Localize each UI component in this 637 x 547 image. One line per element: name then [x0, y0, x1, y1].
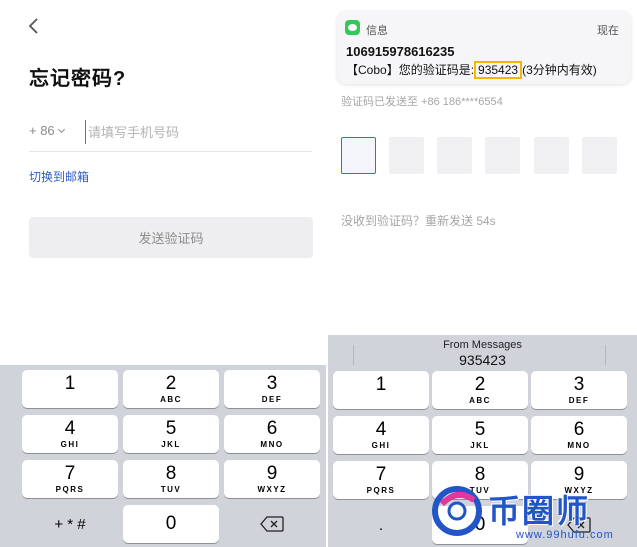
key-digit: 1	[375, 374, 387, 395]
switch-to-email-link[interactable]: 切换到邮箱	[29, 168, 89, 185]
watermark-url: www.99hufu.com	[516, 529, 614, 541]
key-digit: 5	[474, 419, 486, 440]
symbols-key-label: .	[378, 517, 384, 534]
send-code-button[interactable]: 发送验证码	[29, 217, 313, 258]
key-letters: MNO	[567, 441, 591, 450]
key-digit: 4	[375, 419, 387, 440]
key-digit: 7	[375, 464, 387, 485]
key-letters: PQRS	[366, 486, 396, 495]
watermark-logo-icon	[432, 486, 482, 536]
key-4[interactable]: 4 GHI	[333, 416, 429, 454]
notification-time: 现在	[597, 25, 619, 37]
suggested-code[interactable]: 935423	[328, 352, 637, 368]
key-4[interactable]: 4 GHI	[22, 415, 118, 453]
key-digit: 0	[165, 513, 177, 534]
key-2[interactable]: 2 ABC	[432, 371, 528, 409]
watermark: 币圈师 www.99hufu.com	[428, 480, 637, 547]
country-code-label: + 86	[29, 123, 55, 138]
key-digit: 3	[266, 373, 278, 394]
symbols-key[interactable]: .	[333, 506, 429, 544]
chevron-down-icon	[57, 125, 65, 134]
sms-notification-banner[interactable]: 信息 现在 106915978616235 【Cobo】您的验证码是: 93542…	[337, 11, 631, 84]
key-digit: 8	[165, 463, 177, 484]
key-8[interactable]: 8 TUV	[123, 460, 219, 498]
notification-body-suffix: (3分钟内有效)	[522, 63, 597, 77]
key-letters: DEF	[568, 396, 590, 405]
key-1[interactable]: 1	[333, 371, 429, 409]
key-6[interactable]: 6 MNO	[531, 416, 627, 454]
key-letters: DEF	[261, 395, 283, 404]
key-letters: MNO	[260, 440, 284, 449]
key-digit: 5	[165, 418, 177, 439]
notification-body: 【Cobo】您的验证码是: 935423 (3分钟内有效)	[346, 61, 597, 79]
notification-body-prefix: 【Cobo】您的验证码是:	[346, 63, 475, 77]
verification-code-screen: 信息 现在 106915978616235 【Cobo】您的验证码是: 93542…	[328, 0, 637, 547]
symbols-key-label: + * #	[54, 516, 86, 533]
key-letters: ABC	[469, 396, 491, 405]
backspace-icon	[260, 516, 284, 532]
key-letters: GHI	[371, 441, 391, 450]
page-title: 忘记密码?	[29, 68, 127, 90]
key-9[interactable]: 9 WXYZ	[224, 460, 320, 498]
key-digit: 2	[165, 373, 177, 394]
code-digit-box[interactable]	[534, 137, 569, 174]
key-digit: 2	[474, 374, 486, 395]
key-5[interactable]: 5 JKL	[123, 415, 219, 453]
delete-key[interactable]	[224, 505, 320, 543]
key-letters: WXYZ	[257, 485, 287, 494]
key-digit: 9	[266, 463, 278, 484]
key-letters: PQRS	[55, 485, 85, 494]
key-7[interactable]: 7 PQRS	[333, 461, 429, 499]
code-digit-box[interactable]	[485, 137, 520, 174]
suggestion-source: From Messages	[443, 339, 522, 351]
key-digit: 4	[64, 418, 76, 439]
key-5[interactable]: 5 JKL	[432, 416, 528, 454]
code-sent-hint: 验证码已发送至 +86 186****6554	[341, 96, 503, 108]
notification-app-name: 信息	[366, 25, 388, 37]
highlighted-verification-code: 935423	[474, 61, 523, 79]
key-letters: JKL	[470, 441, 490, 450]
key-digit: 3	[573, 374, 585, 395]
key-2[interactable]: 2 ABC	[123, 370, 219, 408]
notification-sender: 106915978616235	[346, 44, 455, 59]
messages-app-icon	[345, 20, 360, 35]
code-digit-box[interactable]	[389, 137, 424, 174]
resend-code-link[interactable]: 没收到验证码？重新发送 54s	[341, 212, 496, 229]
key-letters: JKL	[161, 440, 181, 449]
numeric-keypad: 1 2 ABC 3 DEF 4 GHI 5 JKL 6 MNO 7 PQRS 8 TUV 9 WXYZ + * #…	[0, 365, 326, 547]
key-3[interactable]: 3 DEF	[531, 371, 627, 409]
key-6[interactable]: 6 MNO	[224, 415, 320, 453]
forgot-password-screen: 忘记密码? + 86 切换到邮箱 发送验证码 12ABC3DEF4GHI5JKL…	[0, 0, 326, 547]
phone-number-input[interactable]	[85, 120, 305, 144]
key-letters: GHI	[60, 440, 80, 449]
key-3[interactable]: 3 DEF	[224, 370, 320, 408]
code-digit-box[interactable]	[437, 137, 472, 174]
key-digit: 6	[573, 419, 585, 440]
symbols-key[interactable]: + * #	[22, 505, 118, 543]
phone-input-row: + 86	[29, 118, 312, 152]
key-digit: 1	[64, 373, 76, 394]
autofill-suggestion-bar[interactable]: From Messages 935423	[328, 335, 637, 373]
key-digit: 6	[266, 418, 278, 439]
key-7[interactable]: 7 PQRS	[22, 460, 118, 498]
key-letters: ABC	[160, 395, 182, 404]
back-arrow-icon[interactable]	[24, 16, 44, 36]
code-digit-box[interactable]	[341, 137, 376, 174]
key-1[interactable]: 1	[22, 370, 118, 408]
watermark-text: 币圈师	[488, 493, 591, 529]
country-code-selector[interactable]: + 86	[29, 123, 65, 138]
key-0[interactable]: 0	[123, 505, 219, 543]
key-letters: TUV	[160, 485, 182, 494]
code-digit-box[interactable]	[582, 137, 617, 174]
key-digit: 7	[64, 463, 76, 484]
